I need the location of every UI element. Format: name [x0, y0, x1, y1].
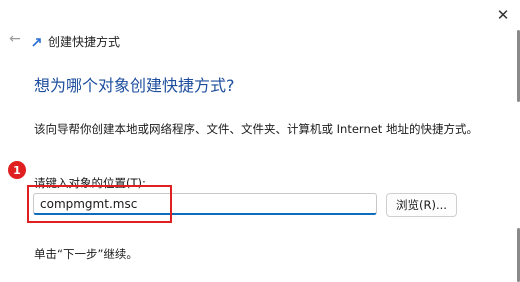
close-button[interactable]: ✕	[490, 2, 516, 28]
wizard-title: 创建快捷方式	[48, 35, 121, 49]
next-step-hint: 单击“下一步”继续。	[34, 247, 138, 261]
browse-button[interactable]: 浏览(R)...	[386, 193, 457, 217]
page-heading: 想为哪个对象创建快捷方式?	[34, 76, 235, 95]
close-icon: ✕	[496, 6, 510, 24]
wizard-description: 该向导帮你创建本地或网络程序、文件、文件夹、计算机或 Internet 地址的快…	[34, 122, 478, 136]
step-number-badge: 1	[8, 161, 26, 179]
back-button[interactable]: ←	[6, 30, 24, 48]
annotation-highlight-box	[27, 185, 172, 223]
back-arrow-icon: ←	[9, 31, 21, 47]
create-shortcut-dialog: ✕ ← 创建快捷方式 想为哪个对象创建快捷方式? 该向导帮你创建本地或网络程序、…	[0, 0, 520, 282]
shortcut-arrow-icon	[32, 38, 41, 47]
